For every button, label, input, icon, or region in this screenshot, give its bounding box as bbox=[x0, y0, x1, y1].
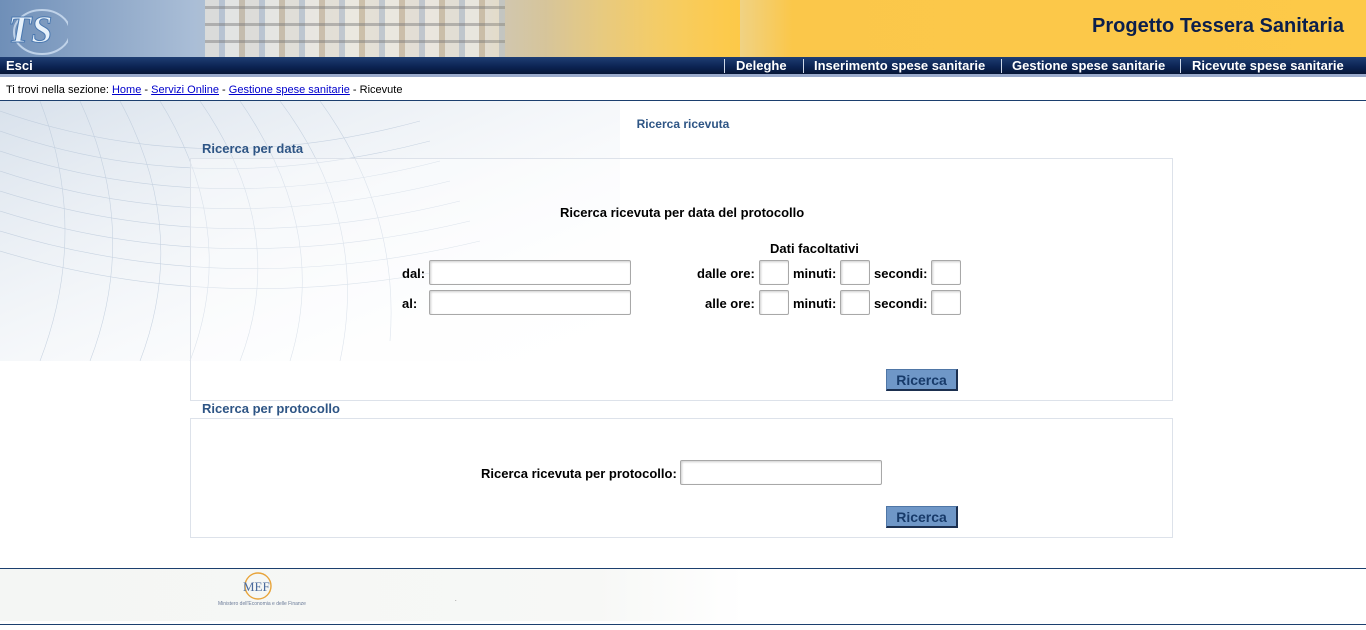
page-heading: Ricerca ricevuta bbox=[636, 117, 730, 131]
header-banner: TS Progetto Tessera Sanitaria bbox=[0, 0, 1366, 57]
optional-data-title: Dati facoltativi bbox=[770, 241, 859, 256]
to-date-label: al: bbox=[402, 296, 418, 311]
nav-inserimento-spese[interactable]: Inserimento spese sanitarie bbox=[814, 58, 985, 73]
nav-deleghe[interactable]: Deleghe bbox=[736, 58, 787, 73]
from-hour-input[interactable] bbox=[759, 260, 789, 285]
to-minutes-input[interactable] bbox=[840, 290, 870, 315]
breadcrumb-servizi-online-link[interactable]: Servizi Online bbox=[151, 84, 219, 96]
from-seconds-label: secondi: bbox=[874, 266, 928, 281]
footer-band bbox=[0, 569, 745, 621]
protocol-search-section-title: Ricerca per protocollo bbox=[202, 401, 340, 416]
breadcrumb-prefix: Ti trovi nella sezione: bbox=[6, 84, 109, 96]
exit-link[interactable]: Esci bbox=[6, 58, 33, 73]
mef-caption: Ministero dell'Economia e delle Finanze bbox=[218, 601, 306, 607]
to-date-input[interactable] bbox=[429, 290, 631, 315]
breadcrumb-home-link[interactable]: Home bbox=[112, 84, 141, 96]
ts-logo: TS bbox=[8, 9, 68, 55]
svg-text:MEF: MEF bbox=[243, 579, 270, 594]
from-date-input[interactable] bbox=[429, 260, 631, 285]
mef-logo: MEF bbox=[243, 572, 272, 600]
date-search-form-title: Ricerca ricevuta per data del protocollo bbox=[560, 205, 805, 220]
from-date-label: dal: bbox=[402, 266, 426, 281]
to-seconds-label: secondi: bbox=[874, 296, 928, 311]
top-navbar: Esci Deleghe Inserimento spese sanitarie… bbox=[0, 57, 1366, 77]
protocol-search-button[interactable]: Ricerca bbox=[886, 506, 958, 528]
breadcrumb-current: Ricevute bbox=[359, 84, 403, 96]
nav-ricevute-spese[interactable]: Ricevute spese sanitarie bbox=[1192, 58, 1344, 73]
footer-divider-bottom bbox=[0, 624, 1366, 625]
to-minutes-label: minuti: bbox=[793, 296, 837, 311]
to-hour-input[interactable] bbox=[759, 290, 789, 315]
from-seconds-input[interactable] bbox=[931, 260, 961, 285]
app-title: Progetto Tessera Sanitaria bbox=[1092, 15, 1344, 37]
from-minutes-input[interactable] bbox=[840, 260, 870, 285]
date-search-panel bbox=[190, 158, 1173, 401]
breadcrumb-gestione-spese-link[interactable]: Gestione spese sanitarie bbox=[229, 84, 350, 96]
breadcrumb: Ti trovi nella sezione: Home - Servizi O… bbox=[6, 84, 403, 96]
to-hour-label: alle ore: bbox=[705, 296, 755, 311]
date-search-button[interactable]: Ricerca bbox=[886, 369, 958, 391]
nav-gestione-spese[interactable]: Gestione spese sanitarie bbox=[1012, 58, 1165, 73]
from-minutes-label: minuti: bbox=[793, 266, 837, 281]
from-hour-label: dalle ore: bbox=[697, 266, 755, 281]
to-seconds-input[interactable] bbox=[931, 290, 961, 315]
protocol-input[interactable] bbox=[680, 460, 882, 485]
date-search-section-title: Ricerca per data bbox=[202, 141, 304, 156]
svg-text:TS: TS bbox=[8, 9, 52, 51]
protocol-field-label: Ricerca ricevuta per protocollo: bbox=[481, 466, 677, 481]
